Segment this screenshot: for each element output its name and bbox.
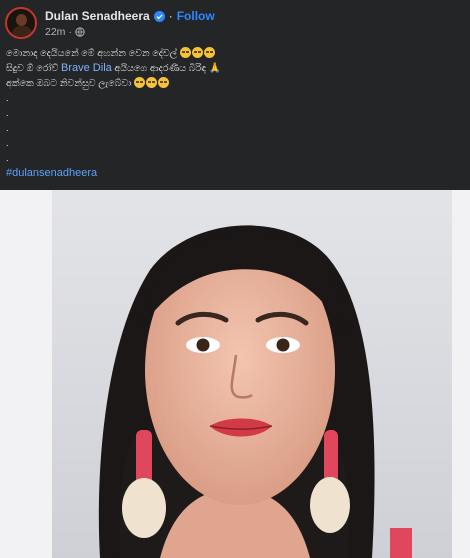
sad-face-emoji-icon bbox=[191, 47, 203, 58]
folded-hands-emoji-icon: 🙏 bbox=[208, 63, 222, 74]
text-line-2-prefix: සිදුව ඕ රෝව් bbox=[6, 63, 59, 74]
text-line-1: මොනාද දෙයියනේ මේ අහන්න වෙන දේවල් bbox=[6, 48, 178, 59]
sad-face-emoji-icon bbox=[158, 77, 170, 88]
post-header: Dulan Senadheera · Follow 22m · bbox=[5, 5, 465, 41]
separator-dot: · bbox=[168, 8, 173, 23]
follow-button[interactable]: Follow bbox=[177, 9, 215, 24]
post-text-line: අක්කෙ ඔබට නිවන්සුව ලැබේවා bbox=[6, 76, 461, 91]
text-line-2-suffix: අයියගෙ ආදරණීය බිරිඳ bbox=[114, 63, 207, 74]
sad-face-emoji-icon bbox=[146, 77, 158, 88]
post-text-line: සිදුව ඕ රෝව් Brave Dila අයියගෙ ආදරණීය බි… bbox=[6, 61, 461, 76]
author-line: Dulan Senadheera · Follow bbox=[45, 9, 215, 24]
post-text: මොනාද දෙයියනේ මේ අහන්න වෙන දේවල් සිදුව ඕ… bbox=[6, 46, 461, 181]
globe-icon[interactable] bbox=[75, 26, 85, 37]
hashtag-line: #dulansenadheera bbox=[6, 166, 461, 181]
dot-line: . bbox=[6, 108, 9, 119]
avatar-body bbox=[12, 26, 32, 37]
portrait-image bbox=[0, 190, 470, 558]
dot-line: . bbox=[6, 93, 9, 104]
post-photo[interactable] bbox=[0, 190, 470, 558]
timestamp-line: 22m · bbox=[45, 26, 215, 38]
dot-line: . bbox=[6, 123, 9, 134]
sad-face-emoji-icon bbox=[179, 47, 191, 58]
text-line-3: අක්කෙ ඔබට නිවන්සුව ලැබේවා bbox=[6, 78, 132, 89]
separator-dot: · bbox=[68, 25, 72, 38]
sad-face-emoji-icon bbox=[203, 47, 215, 58]
author-avatar[interactable] bbox=[5, 7, 37, 39]
dot-line: . bbox=[6, 138, 9, 149]
facebook-post: Dulan Senadheera · Follow 22m · මොනාද දෙ… bbox=[0, 0, 470, 558]
sad-face-emoji-icon bbox=[134, 77, 146, 88]
mention-link[interactable]: Brave Dila bbox=[61, 62, 112, 74]
post-meta: Dulan Senadheera · Follow 22m · bbox=[45, 9, 215, 38]
post-timestamp[interactable]: 22m bbox=[45, 26, 65, 38]
verified-badge-icon bbox=[153, 10, 165, 22]
post-text-line: මොනාද දෙයියනේ මේ අහන්න වෙන දේවල් bbox=[6, 46, 461, 61]
author-name[interactable]: Dulan Senadheera bbox=[45, 9, 150, 24]
avatar-head bbox=[16, 14, 27, 26]
hashtag-link[interactable]: #dulansenadheera bbox=[6, 167, 97, 179]
dot-line: . bbox=[6, 153, 9, 164]
